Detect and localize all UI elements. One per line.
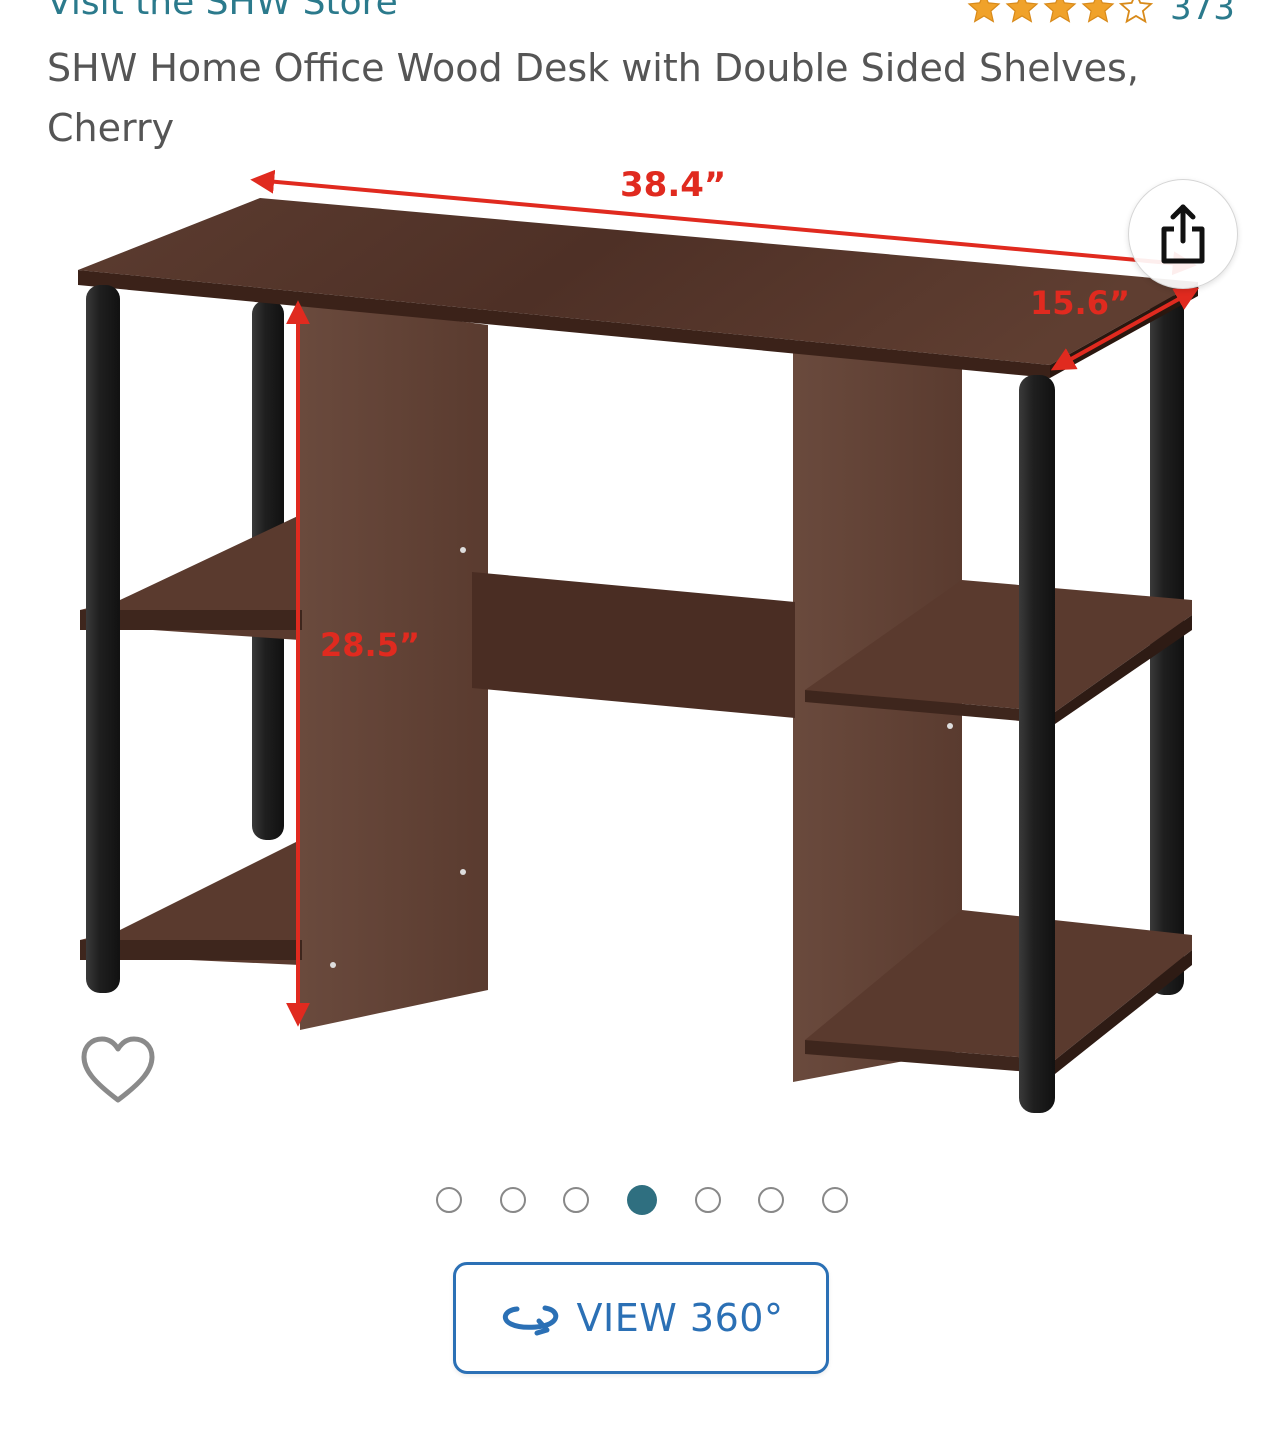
carousel-dot[interactable] <box>821 1187 848 1213</box>
star-rating <box>966 0 1156 26</box>
share-icon <box>1161 204 1205 264</box>
review-count: 373 <box>1170 0 1235 28</box>
star-icon <box>967 0 1001 23</box>
carousel-dot[interactable] <box>436 1187 462 1213</box>
wishlist-button[interactable] <box>72 1025 164 1117</box>
carousel-dot[interactable] <box>563 1187 590 1213</box>
product-image[interactable]: 38.4” 15.6” 28.5” <box>0 150 1284 1130</box>
star-icon <box>1081 0 1115 23</box>
rating[interactable]: 373 <box>966 0 1235 28</box>
carousel-dot[interactable] <box>499 1187 526 1213</box>
carousel-dot[interactable] <box>694 1187 721 1213</box>
view-360-label: VIEW 360° <box>576 1296 784 1340</box>
store-link[interactable]: Visit the SHW Store <box>47 0 398 23</box>
carousel-indicator <box>436 1180 848 1220</box>
heart-icon <box>81 1036 155 1103</box>
star-icon <box>1005 0 1039 23</box>
view-360-button[interactable]: VIEW 360° <box>453 1262 829 1374</box>
share-button[interactable] <box>1128 179 1238 289</box>
star-icon <box>1043 0 1077 23</box>
width-dimension-label: 38.4” <box>620 165 726 205</box>
depth-dimension-label: 15.6” <box>1030 284 1130 322</box>
rotate-360-icon <box>502 1305 558 1336</box>
product-title: SHW Home Office Wood Desk with Double Si… <box>47 46 1139 150</box>
height-dimension-label: 28.5” <box>320 626 420 664</box>
carousel-dot-active[interactable] <box>626 1185 657 1215</box>
star-outline-icon <box>1118 0 1154 24</box>
carousel-dot[interactable] <box>758 1187 785 1213</box>
